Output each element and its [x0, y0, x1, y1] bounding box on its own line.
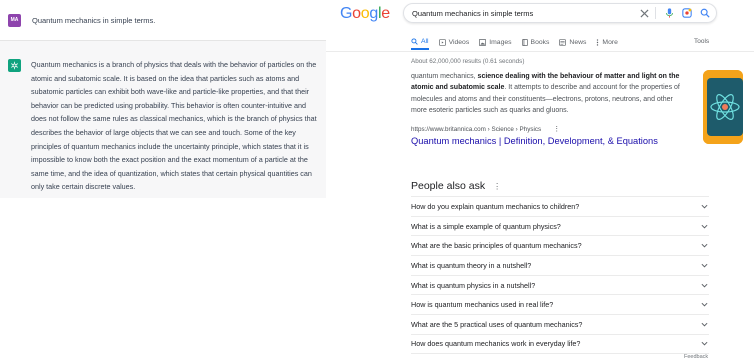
- search-divider: [655, 7, 656, 19]
- paa-question[interactable]: What is a simple example of quantum phys…: [411, 215, 709, 236]
- chevron-down-icon: [699, 339, 709, 349]
- paa-question-text: How do you explain quantum mechanics to …: [411, 201, 580, 211]
- bot-message: Quantum mechanics is a branch of physics…: [31, 60, 317, 192]
- more-icon: [597, 38, 599, 46]
- user-avatar: MA: [8, 13, 21, 27]
- paa-question[interactable]: How does quantum mechanics work in every…: [411, 333, 709, 354]
- bot-message-row: Quantum mechanics is a branch of physics…: [0, 40, 326, 198]
- paa-question[interactable]: What are the basic principles of quantum…: [411, 235, 709, 255]
- user-message-row: MA Quantum mechanics in simple terms.: [0, 0, 326, 40]
- chat-pane: MA Quantum mechanics in simple terms. Qu…: [0, 0, 326, 362]
- result-url[interactable]: https://www.britannica.com › Science › P…: [411, 125, 560, 134]
- paa-question-text: How is quantum mechanics used in real li…: [411, 300, 554, 310]
- chevron-down-icon: [699, 201, 709, 211]
- tab-images[interactable]: Images: [479, 34, 512, 50]
- more-options-icon[interactable]: ⋮: [553, 125, 560, 133]
- people-also-ask-heading: People also ask ⋮: [411, 180, 502, 192]
- logo-letter: G: [340, 5, 353, 22]
- user-message: Quantum mechanics in simple terms.: [32, 15, 156, 25]
- paa-question-text: What are the 5 practical uses of quantum…: [411, 319, 583, 329]
- search-input[interactable]: Quantum mechanics in simple terms: [412, 9, 637, 18]
- search-box[interactable]: Quantum mechanics in simple terms: [403, 3, 717, 23]
- tab-news[interactable]: News: [559, 34, 586, 50]
- featured-snippet-image[interactable]: [703, 70, 743, 144]
- search-icon: [411, 37, 418, 45]
- tools-button[interactable]: Tools: [694, 38, 709, 45]
- paa-question[interactable]: How do you explain quantum mechanics to …: [411, 196, 709, 216]
- paa-question-text: What is quantum physics in a nutshell?: [411, 280, 536, 290]
- bot-avatar: [8, 59, 21, 72]
- result-stats: About 62,000,000 results (0.61 seconds): [411, 58, 525, 65]
- chevron-down-icon: [699, 280, 709, 290]
- people-also-ask-list: How do you explain quantum mechanics to …: [411, 196, 709, 354]
- feedback-link[interactable]: Feedback: [684, 354, 708, 360]
- paa-question[interactable]: What is quantum theory in a nutshell?: [411, 255, 709, 275]
- mic-icon[interactable]: [662, 6, 676, 20]
- lens-icon[interactable]: [680, 6, 694, 20]
- paa-question-text: What is quantum theory in a nutshell?: [411, 260, 532, 270]
- logo-letter: g: [369, 5, 378, 22]
- image-icon: [479, 38, 487, 46]
- tab-videos[interactable]: Videos: [438, 34, 469, 50]
- book-icon: [521, 38, 528, 46]
- logo-letter: o: [352, 5, 361, 22]
- featured-snippet-text: quantum mechanics, science dealing with …: [411, 73, 680, 115]
- chevron-down-icon: [699, 300, 709, 310]
- paa-question-text: What is a simple example of quantum phys…: [411, 221, 561, 231]
- news-icon: [559, 38, 567, 46]
- paa-question[interactable]: What are the 5 practical uses of quantum…: [411, 314, 709, 334]
- paa-question[interactable]: How is quantum mechanics used in real li…: [411, 294, 709, 314]
- paa-question-text: How does quantum mechanics work in every…: [411, 339, 581, 349]
- chevron-down-icon: [699, 319, 709, 329]
- search-icon[interactable]: [698, 6, 712, 20]
- video-icon: [438, 38, 446, 46]
- paa-question[interactable]: What is quantum physics in a nutshell?: [411, 274, 709, 295]
- tab-more[interactable]: More: [596, 34, 618, 50]
- paa-question-text: What are the basic principles of quantum…: [411, 241, 582, 251]
- more-options-icon[interactable]: ⋮: [493, 182, 501, 191]
- close-icon[interactable]: [637, 6, 651, 20]
- result-title-link[interactable]: Quantum mechanics | Definition, Developm…: [411, 136, 658, 146]
- chevron-down-icon: [699, 221, 709, 231]
- google-logo[interactable]: Google: [340, 5, 390, 23]
- tabs-divider: [326, 51, 754, 52]
- logo-letter: e: [381, 5, 390, 22]
- chevron-down-icon: [699, 241, 709, 251]
- tab-books[interactable]: Books: [521, 34, 549, 50]
- google-results-pane: Google Quantum mechanics in simple terms: [326, 0, 754, 362]
- chevron-down-icon: [699, 260, 709, 270]
- atom-illustration-icon: [703, 70, 743, 144]
- search-tabs: All Videos Images Books News More: [411, 34, 628, 50]
- tab-all[interactable]: All: [411, 34, 429, 50]
- openai-logo-icon: [11, 61, 18, 70]
